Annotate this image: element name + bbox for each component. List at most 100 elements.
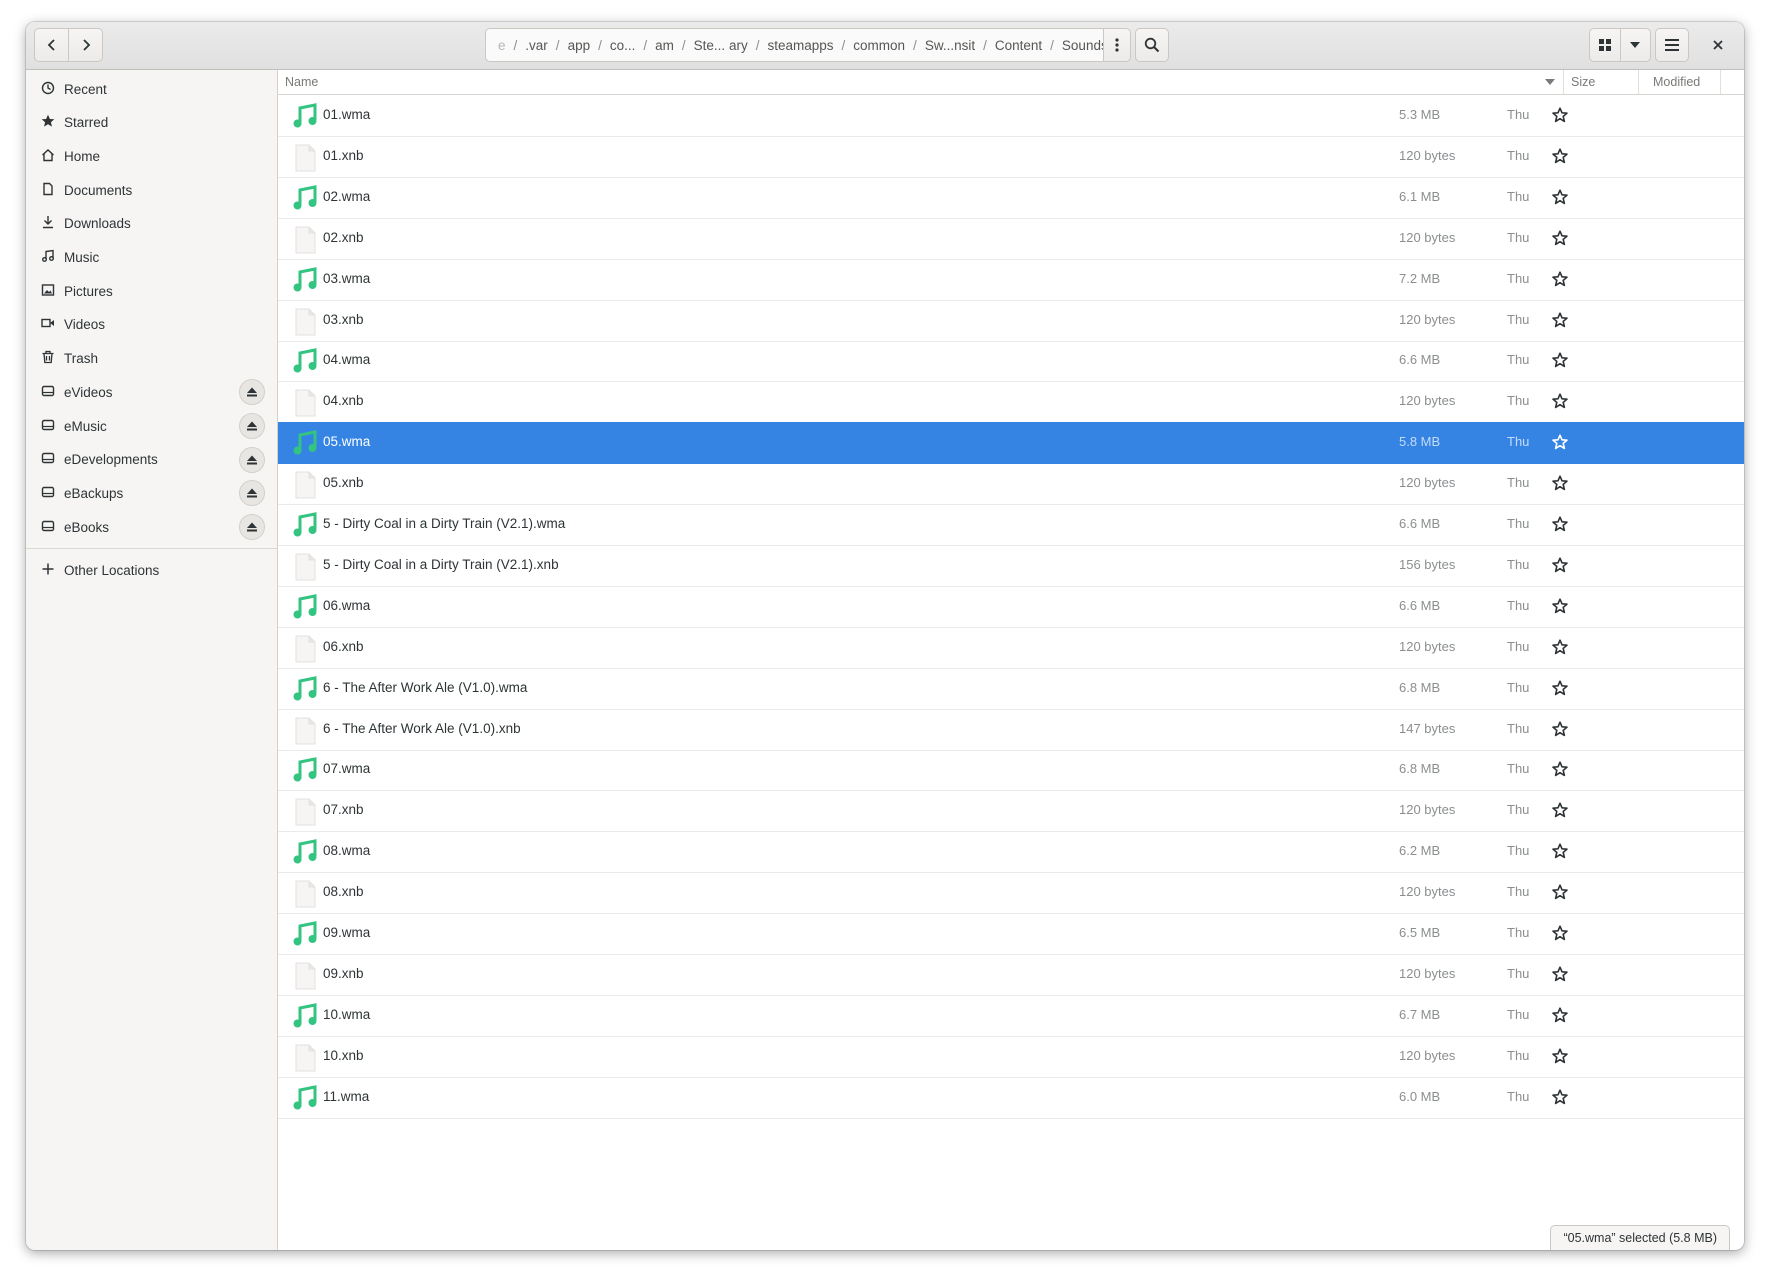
view-options-button[interactable] — [1619, 29, 1651, 61]
sidebar-item-recent[interactable]: Recent — [26, 72, 277, 106]
path-crumb[interactable]: co... — [604, 38, 642, 53]
sidebar-item-trash[interactable]: Trash — [26, 342, 277, 376]
file-row[interactable]: 09.wma 6.5 MB Thu — [278, 913, 1744, 955]
star-icon[interactable] — [1548, 962, 1572, 986]
sidebar-drive-ebackups[interactable]: eBackups — [26, 476, 277, 510]
star-icon[interactable] — [1548, 839, 1572, 863]
star-icon[interactable] — [1548, 103, 1572, 127]
column-divider[interactable] — [1720, 70, 1721, 94]
eject-button[interactable] — [239, 514, 265, 541]
file-row[interactable]: 05.wma 5.8 MB Thu — [278, 422, 1744, 465]
file-row[interactable]: 01.wma 5.3 MB Thu — [278, 95, 1744, 137]
path-crumb-overflow[interactable]: e — [492, 38, 512, 53]
file-row[interactable]: 06.xnb 120 bytes Thu — [278, 627, 1744, 669]
path-crumb[interactable]: steamapps — [761, 38, 839, 53]
file-row[interactable]: 04.xnb 120 bytes Thu — [278, 381, 1744, 424]
eject-button[interactable] — [239, 379, 265, 406]
file-row[interactable]: 09.xnb 120 bytes Thu — [278, 954, 1744, 996]
path-crumb[interactable]: .var — [519, 38, 554, 53]
sidebar-drive-edevelopments[interactable]: eDevelopments — [26, 443, 277, 477]
search-button[interactable] — [1135, 28, 1169, 62]
star-icon[interactable] — [1548, 471, 1572, 495]
file-row[interactable]: 01.xnb 120 bytes Thu — [278, 136, 1744, 178]
sidebar-item-label: eMusic — [64, 418, 107, 434]
star-icon[interactable] — [1548, 185, 1572, 209]
star-icon[interactable] — [1548, 430, 1572, 454]
star-icon[interactable] — [1548, 1003, 1572, 1027]
file-row[interactable]: 03.xnb 120 bytes Thu — [278, 300, 1744, 342]
file-row[interactable]: 10.wma 6.7 MB Thu — [278, 995, 1744, 1037]
star-icon[interactable] — [1548, 798, 1572, 822]
file-row[interactable]: 5 - Dirty Coal in a Dirty Train (V2.1).w… — [278, 504, 1744, 546]
star-icon[interactable] — [1548, 226, 1572, 250]
file-row[interactable]: 04.wma 6.6 MB Thu — [278, 340, 1744, 383]
column-name-header[interactable]: Name — [285, 75, 318, 89]
sidebar-item-home[interactable]: Home — [26, 139, 277, 173]
path-crumb[interactable]: Ste... ary — [688, 38, 754, 53]
path-crumb[interactable]: Sw...nsit — [919, 38, 981, 53]
sidebar-item-downloads[interactable]: Downloads — [26, 207, 277, 241]
file-row[interactable]: 02.xnb 120 bytes Thu — [278, 218, 1744, 260]
path-separator: / — [513, 37, 518, 53]
file-row[interactable]: 6 - The After Work Ale (V1.0).wma 6.8 MB T… — [278, 668, 1744, 710]
eject-button[interactable] — [239, 413, 265, 439]
star-icon[interactable] — [1548, 921, 1572, 945]
star-icon[interactable] — [1548, 308, 1572, 332]
back-button[interactable] — [35, 29, 68, 61]
star-icon[interactable] — [1548, 348, 1572, 372]
close-button[interactable] — [1701, 28, 1735, 62]
column-size-header[interactable]: Size — [1571, 75, 1595, 89]
eject-button[interactable] — [239, 480, 265, 507]
path-crumb[interactable]: app — [562, 38, 597, 53]
file-row[interactable]: 6 - The After Work Ale (V1.0).xnb 147 byt… — [278, 709, 1744, 751]
eject-button[interactable] — [239, 446, 265, 473]
column-modified-header[interactable]: Modified — [1653, 75, 1700, 89]
column-divider[interactable] — [1638, 70, 1639, 94]
file-row[interactable]: 07.wma 6.8 MB Thu — [278, 749, 1744, 792]
star-icon[interactable] — [1548, 1085, 1572, 1109]
star-icon[interactable] — [1548, 553, 1572, 577]
sidebar-item-pictures[interactable]: Pictures — [26, 274, 277, 308]
forward-button[interactable] — [68, 29, 102, 61]
file-row[interactable]: 07.xnb 120 bytes Thu — [278, 790, 1744, 833]
sidebar-drive-emusic[interactable]: eMusic — [26, 409, 277, 443]
column-divider[interactable] — [1563, 70, 1564, 94]
eject-icon — [246, 454, 258, 466]
star-icon[interactable] — [1548, 757, 1572, 781]
file-modified: Thu — [1507, 597, 1530, 613]
sidebar-other-locations[interactable]: Other Locations — [26, 554, 277, 588]
file-row[interactable]: 02.wma 6.1 MB Thu — [278, 177, 1744, 219]
star-icon[interactable] — [1548, 1044, 1572, 1068]
star-icon[interactable] — [1548, 880, 1572, 904]
sidebar-item-documents[interactable]: Documents — [26, 173, 277, 207]
file-row[interactable]: 08.xnb 120 bytes Thu — [278, 872, 1744, 915]
star-icon[interactable] — [1548, 635, 1572, 659]
main-menu-button[interactable] — [1655, 28, 1689, 62]
file-row[interactable]: 03.wma 7.2 MB Thu — [278, 259, 1744, 301]
path-crumb[interactable]: am — [649, 38, 680, 53]
star-icon[interactable] — [1548, 717, 1572, 741]
file-modified: Thu — [1507, 311, 1530, 327]
path-crumb[interactable]: Content — [989, 38, 1048, 53]
path-menu-button[interactable] — [1103, 28, 1131, 62]
sidebar-drive-evideos[interactable]: eVideos — [26, 375, 277, 409]
file-row[interactable]: 05.xnb 120 bytes Thu — [278, 463, 1744, 506]
star-icon[interactable] — [1548, 676, 1572, 700]
sidebar-item-starred[interactable]: Starred — [26, 106, 277, 140]
file-row[interactable]: 5 - Dirty Coal in a Dirty Train (V2.1).x… — [278, 545, 1744, 587]
star-icon[interactable] — [1548, 144, 1572, 168]
star-icon[interactable] — [1548, 512, 1572, 536]
grid-view-button[interactable] — [1590, 29, 1620, 61]
star-icon[interactable] — [1548, 267, 1572, 291]
file-modified: Thu — [1507, 475, 1530, 491]
star-icon[interactable] — [1548, 594, 1572, 618]
sidebar-item-music[interactable]: Music — [26, 241, 277, 275]
file-row[interactable]: 10.xnb 120 bytes Thu — [278, 1036, 1744, 1078]
sidebar-item-videos[interactable]: Videos — [26, 308, 277, 342]
path-crumb[interactable]: common — [847, 38, 911, 53]
star-icon[interactable] — [1548, 389, 1572, 413]
file-row[interactable]: 11.wma 6.0 MB Thu — [278, 1077, 1744, 1119]
sidebar-drive-ebooks[interactable]: eBooks — [26, 510, 277, 544]
file-row[interactable]: 06.wma 6.6 MB Thu — [278, 586, 1744, 628]
file-row[interactable]: 08.wma 6.2 MB Thu — [278, 831, 1744, 874]
